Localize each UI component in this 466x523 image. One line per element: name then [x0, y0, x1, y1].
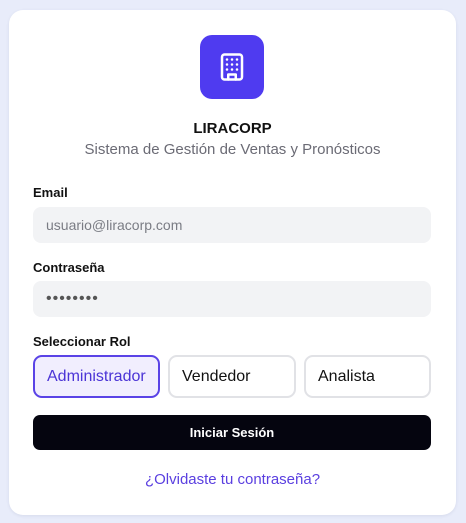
login-button[interactable]: Iniciar Sesión: [33, 415, 431, 450]
role-button-vendedor[interactable]: Vendedor: [168, 355, 296, 398]
role-button-administrador[interactable]: Administrador: [33, 355, 160, 398]
building-icon: [200, 35, 264, 99]
brand-name: LIRACORP: [193, 120, 272, 137]
forgot-password-link[interactable]: ¿Olvidaste tu contraseña?: [9, 471, 456, 488]
role-button-analista[interactable]: Analista: [304, 355, 431, 398]
email-field[interactable]: [33, 207, 431, 243]
password-label: Contraseña: [33, 260, 105, 275]
login-card: LIRACORP Sistema de Gestión de Ventas y …: [9, 10, 456, 515]
password-field[interactable]: [33, 281, 431, 317]
brand-tagline: Sistema de Gestión de Ventas y Pronóstic…: [84, 141, 381, 158]
email-label: Email: [33, 185, 68, 200]
role-label: Seleccionar Rol: [33, 334, 131, 349]
